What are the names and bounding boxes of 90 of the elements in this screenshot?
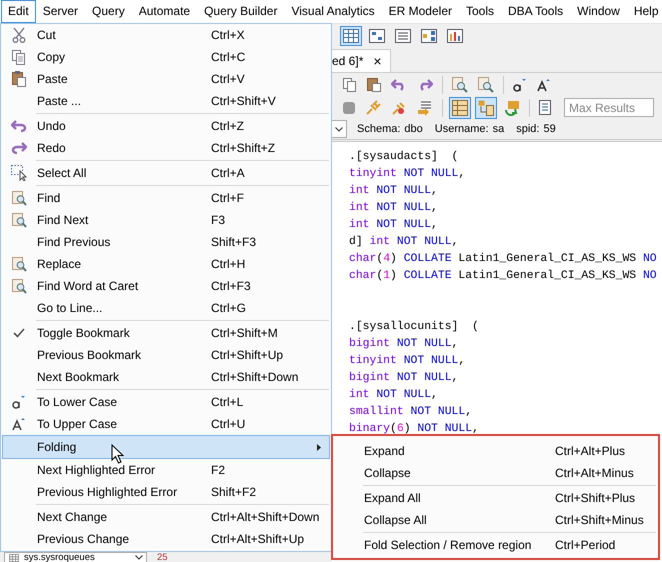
menu-item[interactable]: Expand All Ctrl+Shift+Plus — [333, 487, 658, 509]
menu-bar-item[interactable]: Window — [570, 0, 627, 23]
menu-bar-item[interactable]: ER Modeler — [382, 0, 459, 23]
code-line: bigint NOT NULL, — [349, 336, 460, 352]
menu-item[interactable]: Previous Change Ctrl+Alt+Shift+Up — [2, 528, 330, 550]
undo-icon — [11, 120, 27, 132]
code-line: tinyint NOT NULL, — [349, 354, 466, 369]
menu-item[interactable]: Find Previous Shift+F3 — [2, 231, 330, 253]
diagram-icon[interactable] — [418, 26, 440, 46]
menu-item[interactable]: Collapse Ctrl+Alt+Minus — [333, 462, 658, 484]
chevron-down-icon — [335, 126, 343, 132]
form-icon[interactable] — [366, 26, 388, 46]
menu-item[interactable]: Find Word at Caret Ctrl+F3 — [2, 275, 330, 297]
object-dropdown[interactable]: sys.sysroqueues — [4, 552, 147, 562]
menu-item[interactable]: To Upper Case Ctrl+U — [2, 413, 330, 435]
menu-item[interactable]: Go to Line... Ctrl+G — [2, 297, 330, 319]
uppercase-icon — [12, 417, 26, 431]
code-line: .[sysaudacts] ( — [349, 150, 460, 165]
code-line: binary(6) NOT NULL, — [349, 422, 480, 437]
code-line: int NOT NULL, — [349, 218, 439, 233]
menu-bar-item[interactable]: Query Builder — [197, 0, 284, 23]
search-icon — [12, 278, 26, 294]
menu-item[interactable]: Toggle Bookmark Ctrl+Shift+M — [2, 322, 330, 344]
menu-item[interactable]: Undo Ctrl+Z — [2, 115, 330, 137]
results-grid-icon[interactable] — [449, 96, 471, 118]
code-line: int NOT NULL, — [349, 184, 439, 199]
connection-value: dbo — [404, 123, 423, 135]
connection-value: 59 — [543, 123, 556, 135]
bar-chart-icon[interactable] — [444, 26, 466, 46]
menu-bar-item[interactable]: Visual Analytics — [284, 0, 382, 23]
menu-bar-item[interactable]: Query — [85, 0, 132, 23]
menu-item[interactable]: Next Bookmark Ctrl+Shift+Down — [2, 366, 330, 388]
connection-label: Username: — [434, 123, 489, 135]
chevron-down-icon — [135, 555, 143, 560]
copy-icon — [12, 50, 26, 64]
close-icon[interactable]: × — [373, 53, 382, 69]
menu-item[interactable]: Cut Ctrl+X — [2, 24, 330, 46]
code-line: char(4) COLLATE Latin1_General_CI_AS_KS_WS NO — [349, 252, 658, 267]
menu-bar-item[interactable]: Server — [36, 0, 86, 23]
connection-value: sa — [492, 123, 504, 135]
code-line: int NOT NULL, — [349, 388, 439, 403]
menu-item[interactable]: Next Change Ctrl+Alt+Shift+Down — [2, 506, 330, 528]
code-line: tinyint NOT NULL, — [349, 166, 466, 182]
clipboard-icon — [12, 71, 26, 87]
search-icon — [12, 256, 26, 272]
menu-item[interactable]: Find Ctrl+F — [2, 187, 330, 209]
menu-item[interactable]: To Lower Case Ctrl+L — [2, 391, 330, 413]
menu-bar-item[interactable]: Tools — [458, 0, 501, 23]
menu-item[interactable]: Previous Highlighted Error Shift+F2 — [2, 481, 330, 503]
editor-tab[interactable]: ed 6]* × — [332, 49, 391, 72]
code-line: char(1) COLLATE Latin1_General_CI_AS_KS_WS NO — [349, 268, 658, 284]
row-count: 25 — [157, 553, 168, 562]
select-all-icon — [11, 165, 27, 181]
menu-bar-item[interactable]: DBA Tools — [501, 0, 570, 23]
max-results-field[interactable]: Max Results — [564, 98, 654, 117]
menu-item[interactable]: Find Next F3 — [2, 209, 330, 231]
menu-bar-item[interactable]: Automate — [132, 0, 198, 23]
menu-item[interactable]: Previous Bookmark Ctrl+Shift+Up — [2, 344, 330, 366]
code-line: bigint NOT NULL, — [349, 370, 460, 386]
list-icon[interactable] — [392, 26, 414, 46]
menu-item[interactable]: Paste ... Ctrl+Shift+V — [2, 90, 330, 112]
table-icon — [8, 554, 20, 562]
connection-label: Schema: — [357, 123, 400, 135]
mouse-cursor-icon — [111, 444, 125, 464]
menu-item[interactable]: Redo Ctrl+Shift+Z — [2, 137, 330, 159]
menu-item[interactable]: Select All Ctrl+A — [2, 162, 330, 184]
code-line: .[sysallocunits] ( — [349, 320, 480, 335]
scissors-icon — [12, 27, 26, 43]
code-line: int NOT NULL, — [349, 200, 439, 216]
menu-item[interactable]: Fold Selection / Remove region Ctrl+Period — [333, 534, 658, 556]
lowercase-icon — [12, 395, 26, 409]
menu-item[interactable]: Paste Ctrl+V — [2, 68, 330, 90]
dropdown-button[interactable] — [332, 120, 347, 138]
search-icon — [12, 190, 26, 206]
menu-item[interactable]: Next Highlighted Error F2 — [2, 459, 330, 481]
menu-item[interactable]: Copy Ctrl+C — [2, 46, 330, 68]
menu-item[interactable]: Collapse All Ctrl+Shift+Minus — [333, 509, 658, 531]
menu-bar-item[interactable]: Edit — [1, 0, 36, 23]
menu-item[interactable]: Replace Ctrl+H — [2, 253, 330, 275]
menu-item[interactable]: Expand Ctrl+Alt+Plus — [333, 440, 658, 462]
search-icon — [12, 212, 26, 228]
results-tree-icon[interactable] — [475, 96, 497, 118]
redo-icon — [11, 142, 27, 154]
submenu-arrow-icon — [317, 444, 321, 450]
code-line: smallint NOT NULL, — [349, 404, 474, 420]
grid-icon[interactable] — [340, 26, 362, 46]
checkmark-icon — [13, 328, 25, 338]
connection-label: spid: — [516, 123, 540, 135]
menu-bar-item[interactable]: Help — [626, 0, 662, 23]
code-line: d] int NOT NULL, — [349, 234, 460, 250]
